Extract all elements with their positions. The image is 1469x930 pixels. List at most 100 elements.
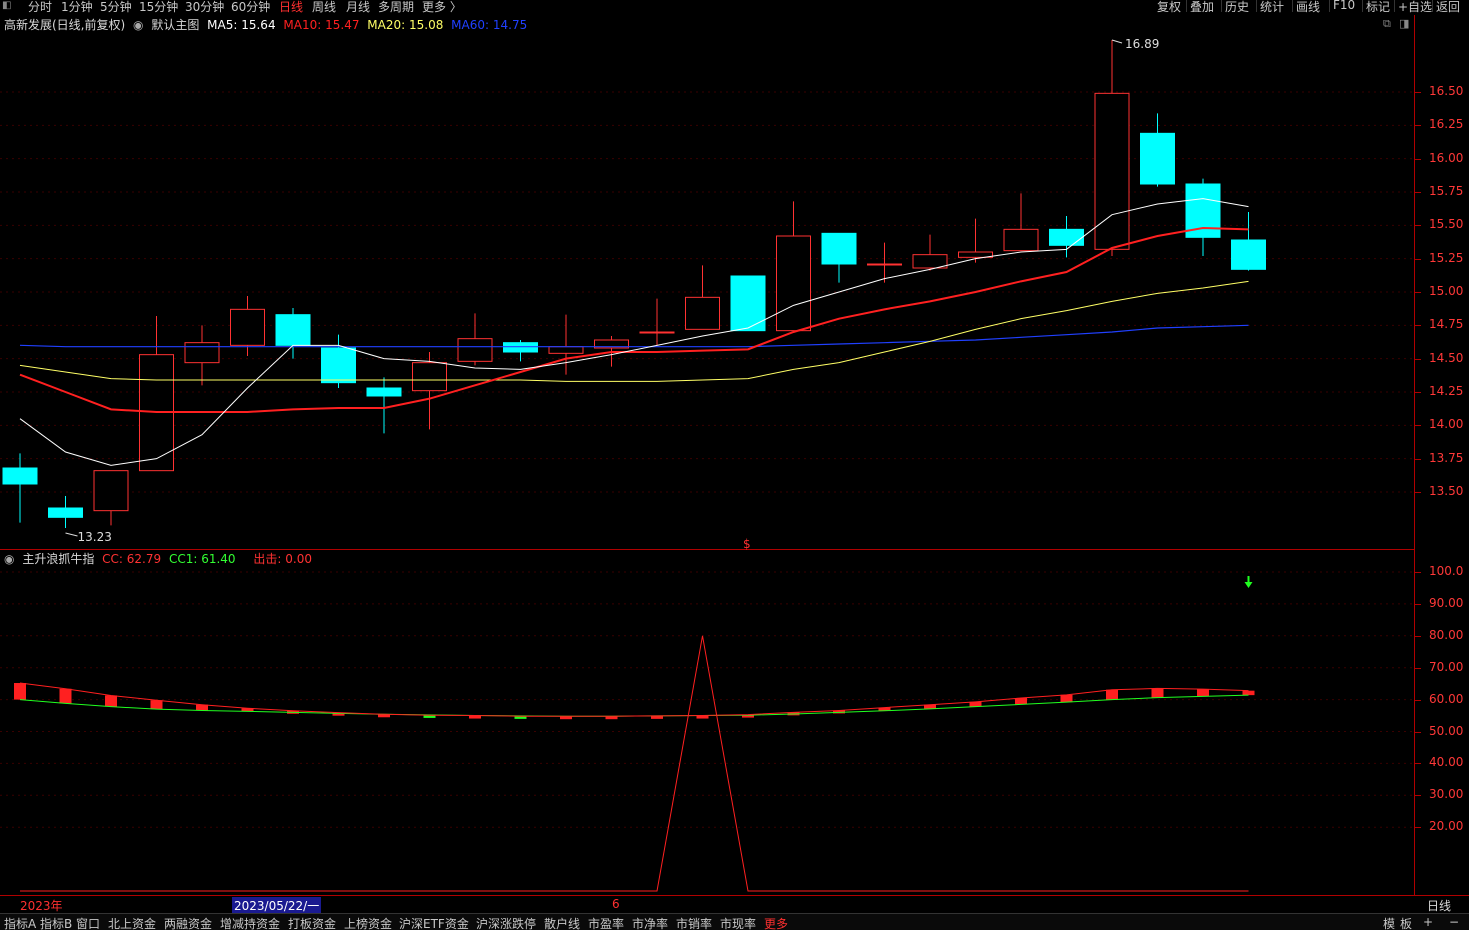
cursor-date-label: 2023/05/22/一 xyxy=(232,897,322,914)
bottom-tab-7[interactable]: 上榜资金 xyxy=(344,915,392,930)
sell-arrow-icon xyxy=(1244,582,1253,588)
indicator-bar xyxy=(1015,698,1027,705)
price-tick-label: 16.50 xyxy=(1429,84,1464,98)
indicator-bar xyxy=(196,704,208,711)
bottom-tab-13[interactable]: 市销率 xyxy=(676,915,712,930)
indicator-bar xyxy=(150,700,163,710)
ma20-line xyxy=(19,280,1249,382)
month-label: 6 xyxy=(612,897,620,911)
candle-body-down[interactable] xyxy=(1140,132,1175,185)
price-tick-label: 13.75 xyxy=(1429,450,1464,465)
indicator-tick xyxy=(1415,827,1421,829)
bottom-tab-9[interactable]: 沪深涨跌停 xyxy=(476,915,536,930)
price-tick-label: 14.50 xyxy=(1429,350,1464,365)
candle-body-up[interactable] xyxy=(685,296,720,330)
price-tick-label: 15.00 xyxy=(1429,284,1464,298)
indicator-tick xyxy=(1415,603,1421,605)
price-tick-label: 15.50 xyxy=(1429,217,1464,232)
indicator-tick-label: 60.00 xyxy=(1429,691,1464,706)
price-tick xyxy=(1415,225,1421,227)
bottom-tab-8[interactable]: 沪深ETF资金 xyxy=(399,915,469,930)
price-tick xyxy=(1415,258,1421,260)
price-tick xyxy=(1415,158,1421,160)
price-tick-label: 16.00 xyxy=(1429,150,1464,165)
bottom-tab-2[interactable]: 窗口 xyxy=(76,915,100,930)
indicator-tick-label: 90.00 xyxy=(1429,595,1464,610)
price-tick xyxy=(1415,192,1421,193)
bottom-right-button-4[interactable]: − xyxy=(1449,915,1459,929)
indicator-bar xyxy=(105,695,117,707)
indicator-tick xyxy=(1415,731,1421,733)
indicator-tick xyxy=(1415,667,1421,669)
kline-chart[interactable]: 16.89 13.23 $ xyxy=(0,0,1469,930)
bottom-tab-15[interactable]: 更多 xyxy=(764,915,788,930)
candle-body-up[interactable] xyxy=(776,235,811,332)
price-tick xyxy=(1415,392,1421,393)
bottom-tab-12[interactable]: 市净率 xyxy=(632,915,668,930)
candle-body-up[interactable] xyxy=(1094,92,1130,250)
indicator-bar xyxy=(1106,689,1118,700)
price-tick-label: 16.25 xyxy=(1429,117,1464,132)
ma10-line xyxy=(19,226,1249,413)
indicator-bar xyxy=(1060,694,1073,703)
indicator-tick-label: 20.00 xyxy=(1429,819,1464,834)
candle-body-down[interactable] xyxy=(503,342,538,353)
indicator-bar xyxy=(1242,690,1255,696)
candle-body-up[interactable] xyxy=(93,470,129,512)
indicator-tick-label: 40.00 xyxy=(1429,755,1464,770)
bottom-tab-14[interactable]: 市现率 xyxy=(720,915,756,930)
price-tick xyxy=(1415,358,1421,360)
bottom-tab-11[interactable]: 市盈率 xyxy=(588,915,624,930)
bottom-tab-4[interactable]: 两融资金 xyxy=(164,915,212,930)
candle-body-up[interactable] xyxy=(412,362,447,392)
candle-body-down[interactable] xyxy=(1049,228,1084,246)
price-tick xyxy=(1415,125,1421,127)
candle-body-down[interactable] xyxy=(366,387,402,397)
high-price-label: 16.89 xyxy=(1125,37,1159,51)
low-price-label: 13.23 xyxy=(78,530,112,544)
bottom-tab-3[interactable]: 北上资金 xyxy=(108,915,156,930)
candle-body-up[interactable] xyxy=(548,346,584,354)
indicator-tick xyxy=(1415,699,1421,701)
indicator-tick-label: 50.00 xyxy=(1429,723,1464,738)
indicator-bar xyxy=(14,683,26,700)
indicator-tick-label: 30.00 xyxy=(1429,787,1464,802)
candle-body-up[interactable] xyxy=(1003,228,1039,252)
bottom-tab-6[interactable]: 打板资金 xyxy=(288,915,336,930)
candle-body-up[interactable] xyxy=(230,308,265,346)
indicator-tick-label: 100.0 xyxy=(1429,564,1464,578)
dollar-marker[interactable]: $ xyxy=(743,537,751,551)
candle-body-down[interactable] xyxy=(821,232,857,265)
candle-body-down[interactable] xyxy=(275,314,311,346)
candle-body-up[interactable] xyxy=(457,338,493,362)
bottom-tab-0[interactable]: 指标A xyxy=(4,915,36,930)
indicator-tick-label: 80.00 xyxy=(1429,627,1464,642)
price-tick xyxy=(1415,425,1421,427)
price-tick-label: 14.00 xyxy=(1429,417,1464,432)
bottom-right-button-2[interactable]: + xyxy=(1423,915,1433,929)
candle-body-up[interactable] xyxy=(639,331,675,334)
indicator-bar xyxy=(1151,688,1164,698)
candle-body-down[interactable] xyxy=(1231,239,1266,270)
indicator-tick xyxy=(1415,572,1421,573)
candle-body-down[interactable] xyxy=(2,467,38,485)
candle-body-down[interactable] xyxy=(321,347,356,384)
candle-body-up[interactable] xyxy=(867,263,902,266)
bottom-tab-10[interactable]: 散户线 xyxy=(544,915,580,930)
bottom-tab-1[interactable]: 指标B xyxy=(40,915,72,930)
candle-body-down[interactable] xyxy=(48,507,83,518)
bottom-tab-bar: 指标A 指标B 窗口 北上资金 两融资金 增减持资金 打板资金 上榜资金 沪深ETF资金 沪深涨跌… xyxy=(0,913,1469,930)
low-marker-line xyxy=(65,532,78,537)
candle-body-up[interactable] xyxy=(184,342,220,364)
bottom-right-button-0[interactable]: 模 xyxy=(1383,915,1395,930)
candle-body-up[interactable] xyxy=(912,254,948,269)
price-tick-label: 14.25 xyxy=(1429,384,1464,398)
indicator-bar xyxy=(59,688,72,704)
price-tick xyxy=(1415,458,1421,460)
indicator-tick xyxy=(1415,795,1421,797)
indicator-bar xyxy=(1197,689,1209,697)
price-tick-label: 15.25 xyxy=(1429,250,1464,265)
bottom-tab-5[interactable]: 增减持资金 xyxy=(220,915,280,930)
indicator-tick xyxy=(1415,635,1421,637)
bottom-right-button-1[interactable]: 板 xyxy=(1400,915,1412,930)
